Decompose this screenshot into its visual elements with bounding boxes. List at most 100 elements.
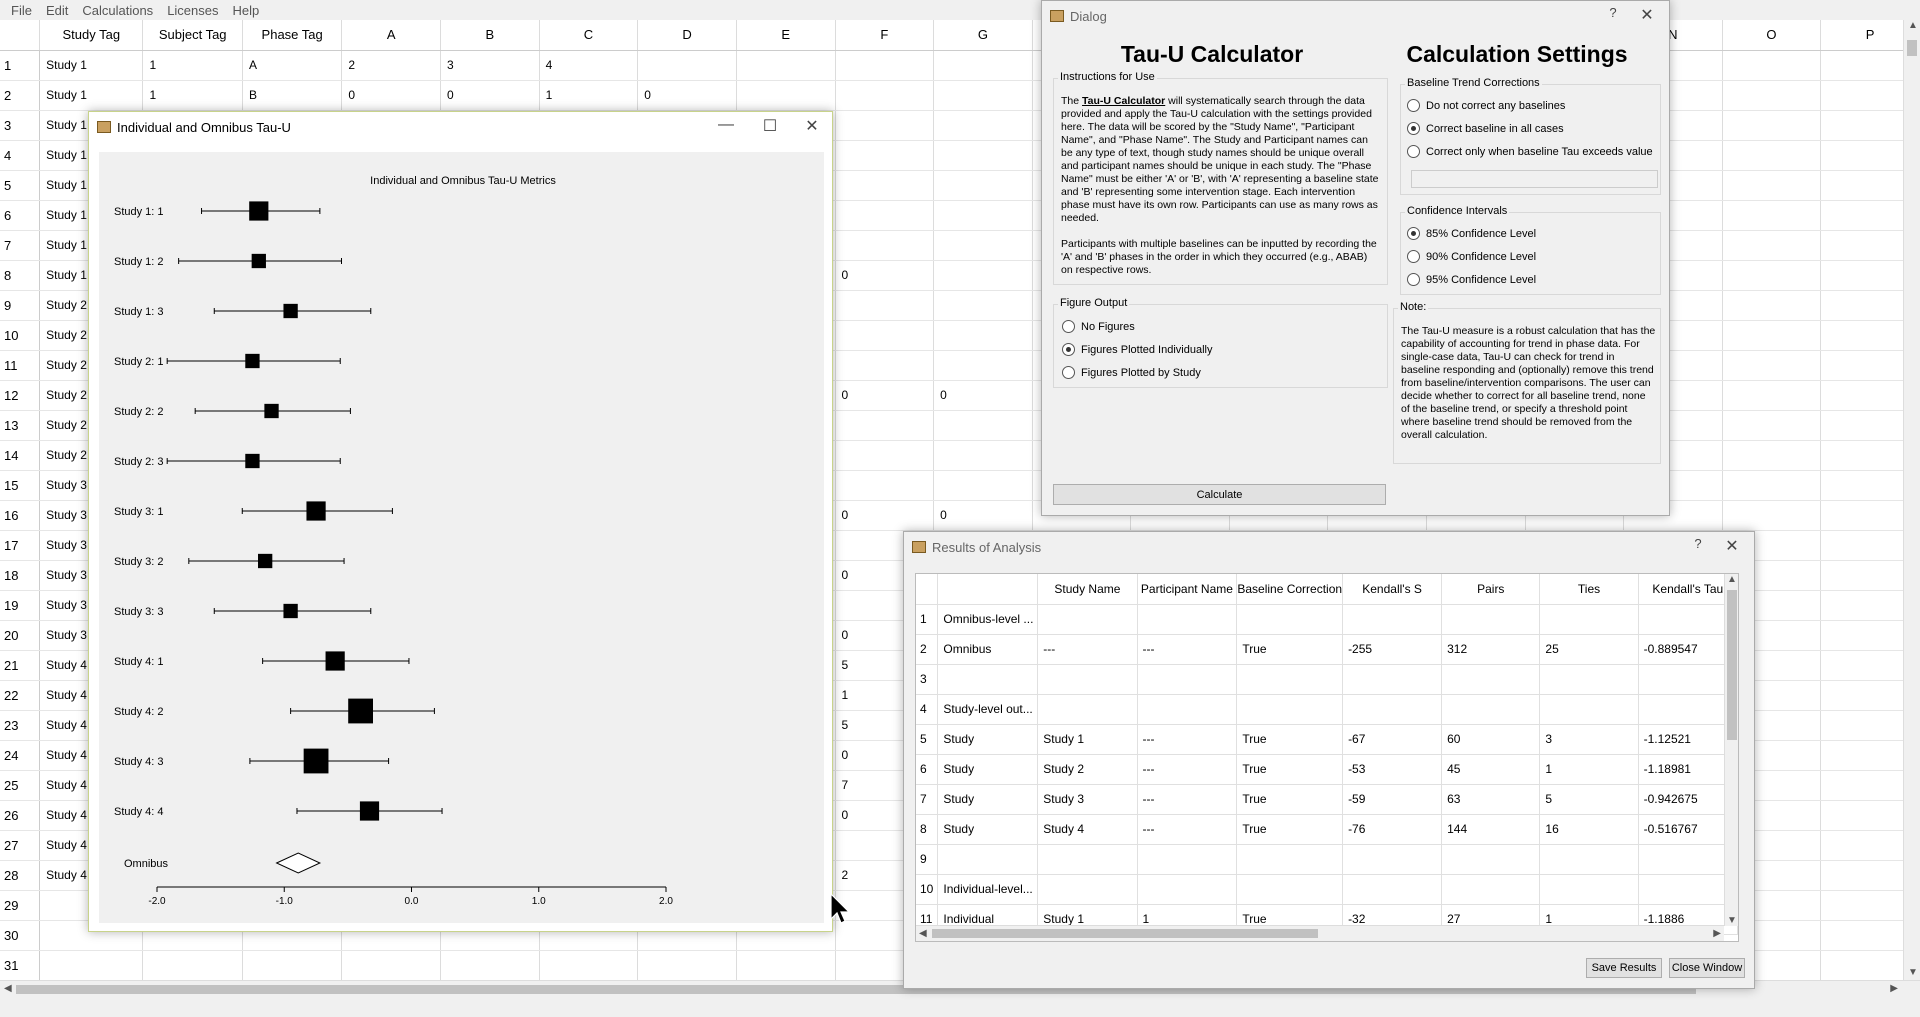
column-header[interactable]: Pairs	[1441, 574, 1541, 605]
cell[interactable]	[539, 950, 639, 980]
save-results-button[interactable]: Save Results	[1586, 958, 1662, 978]
close-icon[interactable]: ✕	[798, 116, 826, 136]
maximize-icon[interactable]: ☐	[756, 116, 784, 136]
cell[interactable]	[736, 80, 836, 111]
cell[interactable]: True	[1236, 814, 1344, 845]
column-header[interactable]: Participant Name	[1137, 574, 1238, 605]
row-header[interactable]: 20	[0, 620, 41, 651]
scroll-left-icon[interactable]: ◀	[4, 983, 12, 994]
cell[interactable]	[937, 664, 1039, 695]
row-number[interactable]: 1	[916, 604, 939, 635]
radio-button-icon[interactable]	[1407, 122, 1420, 135]
cell[interactable]	[1037, 604, 1138, 635]
results-table[interactable]: Study Name Participant Name Baseline Corre…	[915, 573, 1739, 942]
column-header[interactable]	[916, 574, 939, 605]
cell[interactable]: 25	[1539, 634, 1639, 665]
cell[interactable]: 0	[835, 500, 935, 531]
cell[interactable]: Study	[937, 724, 1039, 755]
cell[interactable]: -1.18981	[1638, 754, 1738, 785]
cell[interactable]	[1236, 874, 1344, 905]
cell[interactable]: 0	[835, 260, 935, 291]
row-header[interactable]: 9	[0, 290, 41, 321]
row-number[interactable]: 5	[916, 724, 939, 755]
row-number[interactable]: 2	[916, 634, 939, 665]
column-header[interactable]: C	[539, 20, 639, 51]
threshold-input[interactable]	[1411, 170, 1658, 188]
column-header[interactable]: A	[341, 20, 441, 51]
column-header[interactable]: Baseline Correction	[1236, 574, 1344, 605]
cell[interactable]	[933, 440, 1033, 471]
cell[interactable]	[933, 230, 1033, 261]
radio-button-icon[interactable]	[1062, 343, 1075, 356]
cell[interactable]	[1638, 844, 1738, 875]
radio-button-icon[interactable]	[1407, 250, 1420, 263]
cell[interactable]: -0.942675	[1638, 784, 1738, 815]
cell[interactable]	[1638, 694, 1738, 725]
scroll-up-icon[interactable]: ▲	[1908, 20, 1918, 31]
cell[interactable]	[835, 50, 935, 81]
cell[interactable]	[1441, 874, 1541, 905]
cell[interactable]: 0	[440, 80, 540, 111]
row-header[interactable]: 1	[0, 50, 41, 81]
cell[interactable]	[937, 844, 1039, 875]
cell[interactable]	[1539, 694, 1639, 725]
cell[interactable]	[933, 140, 1033, 171]
cell[interactable]	[1342, 664, 1443, 695]
cell[interactable]	[835, 440, 935, 471]
help-icon[interactable]: ?	[1684, 536, 1712, 551]
cell[interactable]	[1342, 844, 1443, 875]
cell[interactable]: ---	[1137, 634, 1238, 665]
cell[interactable]	[736, 50, 836, 81]
cell[interactable]	[1441, 844, 1541, 875]
cell[interactable]	[933, 410, 1033, 441]
row-header[interactable]: 31	[0, 950, 41, 980]
row-header[interactable]: 15	[0, 470, 41, 501]
scroll-down-icon[interactable]: ▼	[1908, 967, 1918, 978]
cell[interactable]	[933, 470, 1033, 501]
column-header[interactable]: E	[736, 20, 836, 51]
row-number[interactable]: 10	[916, 874, 939, 905]
close-window-button[interactable]: Close Window	[1669, 958, 1745, 978]
cell[interactable]: True	[1236, 784, 1344, 815]
cell[interactable]	[1137, 694, 1238, 725]
column-header[interactable]: Study Tag	[39, 20, 144, 51]
cell[interactable]	[1722, 80, 1822, 111]
cell[interactable]	[835, 140, 935, 171]
column-header[interactable]: Ties	[1539, 574, 1639, 605]
cell[interactable]: Omnibus	[937, 634, 1039, 665]
column-header[interactable]: Kendall's S	[1342, 574, 1443, 605]
cell[interactable]	[1722, 260, 1822, 291]
cell[interactable]	[142, 950, 243, 980]
cell[interactable]: Study 3	[1037, 784, 1138, 815]
row-header[interactable]: 29	[0, 890, 41, 921]
cell[interactable]	[1722, 320, 1822, 351]
cell[interactable]	[1137, 604, 1238, 635]
cell[interactable]	[835, 470, 935, 501]
cell[interactable]	[637, 950, 737, 980]
column-header[interactable]: G	[933, 20, 1033, 51]
row-header[interactable]: 25	[0, 770, 41, 801]
cell[interactable]: Study 1	[39, 50, 144, 81]
menu-file[interactable]: File	[4, 3, 39, 18]
row-header[interactable]: 28	[0, 860, 41, 891]
cell[interactable]: 5	[1539, 784, 1639, 815]
close-icon[interactable]: ✕	[1718, 536, 1746, 556]
row-number[interactable]: 7	[916, 784, 939, 815]
cell[interactable]	[1539, 604, 1639, 635]
menu-calculations[interactable]: Calculations	[75, 3, 160, 18]
column-header[interactable]: Subject Tag	[142, 20, 243, 51]
cell[interactable]	[1638, 604, 1738, 635]
cell[interactable]: 3	[440, 50, 540, 81]
cell[interactable]: Study 1	[39, 80, 144, 111]
row-number[interactable]: 3	[916, 664, 939, 695]
cell[interactable]	[1236, 844, 1344, 875]
cell[interactable]	[1539, 664, 1639, 695]
cell[interactable]	[1722, 200, 1822, 231]
row-header[interactable]: 24	[0, 740, 41, 771]
cell[interactable]	[1722, 380, 1822, 411]
cell[interactable]: True	[1236, 634, 1344, 665]
cell[interactable]: ---	[1137, 754, 1238, 785]
cell[interactable]: ---	[1137, 784, 1238, 815]
cell[interactable]: -1.12521	[1638, 724, 1738, 755]
radio-button-icon[interactable]	[1062, 320, 1075, 333]
